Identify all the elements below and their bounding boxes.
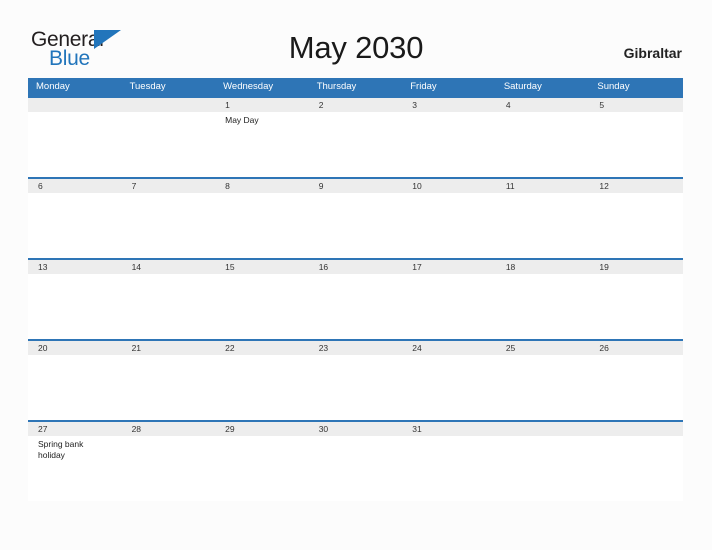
day-number: 6 xyxy=(28,179,122,193)
calendar-day-cell[interactable]: 19 xyxy=(589,260,683,339)
weekday-header-friday: Friday xyxy=(410,81,437,92)
calendar-grid: Monday Tuesday Wednesday Thursday Friday Satu… xyxy=(28,78,683,501)
calendar-day-cell[interactable]: 20 xyxy=(28,341,122,420)
calendar-week-row: 20 21 22 23 24 25 26 xyxy=(28,339,683,420)
day-event-label: Spring bank holiday xyxy=(38,439,84,460)
day-event-label: May Day xyxy=(225,115,259,125)
calendar-day-cell[interactable]: 14 xyxy=(121,260,216,339)
calendar-day-cell[interactable]: 4 xyxy=(495,98,590,177)
day-number: 31 xyxy=(402,422,496,436)
day-number xyxy=(495,422,590,436)
day-number: 3 xyxy=(402,98,496,112)
calendar-day-cell[interactable]: 17 xyxy=(402,260,496,339)
day-number: 28 xyxy=(121,422,216,436)
day-number: 9 xyxy=(308,179,403,193)
weekday-header-tuesday: Tuesday xyxy=(129,81,166,92)
day-number: 18 xyxy=(495,260,590,274)
day-number: 15 xyxy=(215,260,309,274)
day-number: 13 xyxy=(28,260,122,274)
day-number: 11 xyxy=(495,179,590,193)
day-number: 29 xyxy=(215,422,309,436)
calendar-day-cell[interactable]: 15 xyxy=(215,260,309,339)
calendar-day-cell-empty xyxy=(589,422,683,501)
weekday-header-thursday: Thursday xyxy=(316,81,357,92)
weekday-header-monday: Monday xyxy=(36,81,70,92)
day-number: 10 xyxy=(402,179,496,193)
calendar-day-cell[interactable]: 5 xyxy=(589,98,683,177)
page-title: May 2030 xyxy=(288,30,424,65)
day-number: 8 xyxy=(215,179,309,193)
calendar-day-cell[interactable]: 6 xyxy=(28,179,122,258)
calendar-day-cell[interactable]: 30 xyxy=(308,422,403,501)
day-number: 30 xyxy=(308,422,403,436)
weekday-header-wednesday: Wednesday xyxy=(223,81,274,92)
day-number: 23 xyxy=(308,341,403,355)
day-number xyxy=(121,98,216,112)
calendar-day-cell[interactable]: 7 xyxy=(121,179,216,258)
day-number: 22 xyxy=(215,341,309,355)
calendar-day-cell[interactable]: 9 xyxy=(308,179,403,258)
calendar-day-cell[interactable]: 11 xyxy=(495,179,590,258)
calendar-day-cell[interactable]: 24 xyxy=(402,341,496,420)
calendar-day-cell[interactable]: 8 xyxy=(215,179,309,258)
day-number: 26 xyxy=(589,341,683,355)
page-header: General Blue May 2030 Gibraltar xyxy=(0,0,712,78)
calendar-day-cell[interactable]: 13 xyxy=(28,260,122,339)
calendar-weeks: 1 May Day 2 3 4 5 6 7 8 9 10 11 12 13 14 15 16 17 18 19 20 21… xyxy=(28,96,683,501)
calendar-day-cell[interactable]: 29 xyxy=(215,422,309,501)
calendar-week-row: 6 7 8 9 10 11 12 xyxy=(28,177,683,258)
calendar-day-cell-empty xyxy=(28,98,122,177)
calendar-day-cell[interactable]: 12 xyxy=(589,179,683,258)
day-number: 7 xyxy=(121,179,216,193)
calendar-week-row: 27 Spring bank holiday 28 29 30 31 xyxy=(28,420,683,501)
day-number: 20 xyxy=(28,341,122,355)
day-number: 21 xyxy=(121,341,216,355)
calendar-day-cell[interactable]: 21 xyxy=(121,341,216,420)
calendar-day-cell[interactable]: 1 May Day xyxy=(215,98,309,177)
calendar-day-cell[interactable]: 23 xyxy=(308,341,403,420)
calendar-day-cell[interactable]: 26 xyxy=(589,341,683,420)
calendar-day-cell-empty xyxy=(495,422,590,501)
calendar-day-cell-empty xyxy=(121,98,216,177)
day-number: 27 xyxy=(28,422,122,436)
calendar-day-cell[interactable]: 28 xyxy=(121,422,216,501)
day-number: 19 xyxy=(589,260,683,274)
day-number: 14 xyxy=(121,260,216,274)
calendar-day-cell[interactable]: 25 xyxy=(495,341,590,420)
weekday-header-saturday: Saturday xyxy=(503,81,542,92)
day-number xyxy=(28,98,122,112)
calendar-day-cell[interactable]: 16 xyxy=(308,260,403,339)
calendar-day-cell[interactable]: 27 Spring bank holiday xyxy=(28,422,122,501)
calendar-location: Gibraltar xyxy=(623,45,682,61)
day-number: 4 xyxy=(495,98,590,112)
day-number: 12 xyxy=(589,179,683,193)
day-number: 2 xyxy=(308,98,403,112)
day-number xyxy=(589,422,683,436)
weekday-header-row: Monday Tuesday Wednesday Thursday Friday Satu… xyxy=(28,78,683,96)
calendar-day-cell[interactable]: 3 xyxy=(402,98,496,177)
day-number: 1 xyxy=(215,98,309,112)
weekday-header-sunday: Sunday xyxy=(597,81,630,92)
day-number: 5 xyxy=(589,98,683,112)
calendar-day-cell[interactable]: 22 xyxy=(215,341,309,420)
day-number: 25 xyxy=(495,341,590,355)
calendar-day-cell[interactable]: 10 xyxy=(402,179,496,258)
calendar-week-row: 1 May Day 2 3 4 5 xyxy=(28,96,683,177)
day-number: 24 xyxy=(402,341,496,355)
calendar-day-cell[interactable]: 31 xyxy=(402,422,496,501)
calendar-day-cell[interactable]: 2 xyxy=(308,98,403,177)
day-number: 16 xyxy=(308,260,403,274)
day-number: 17 xyxy=(402,260,496,274)
calendar-day-cell[interactable]: 18 xyxy=(495,260,590,339)
calendar-week-row: 13 14 15 16 17 18 19 xyxy=(28,258,683,339)
